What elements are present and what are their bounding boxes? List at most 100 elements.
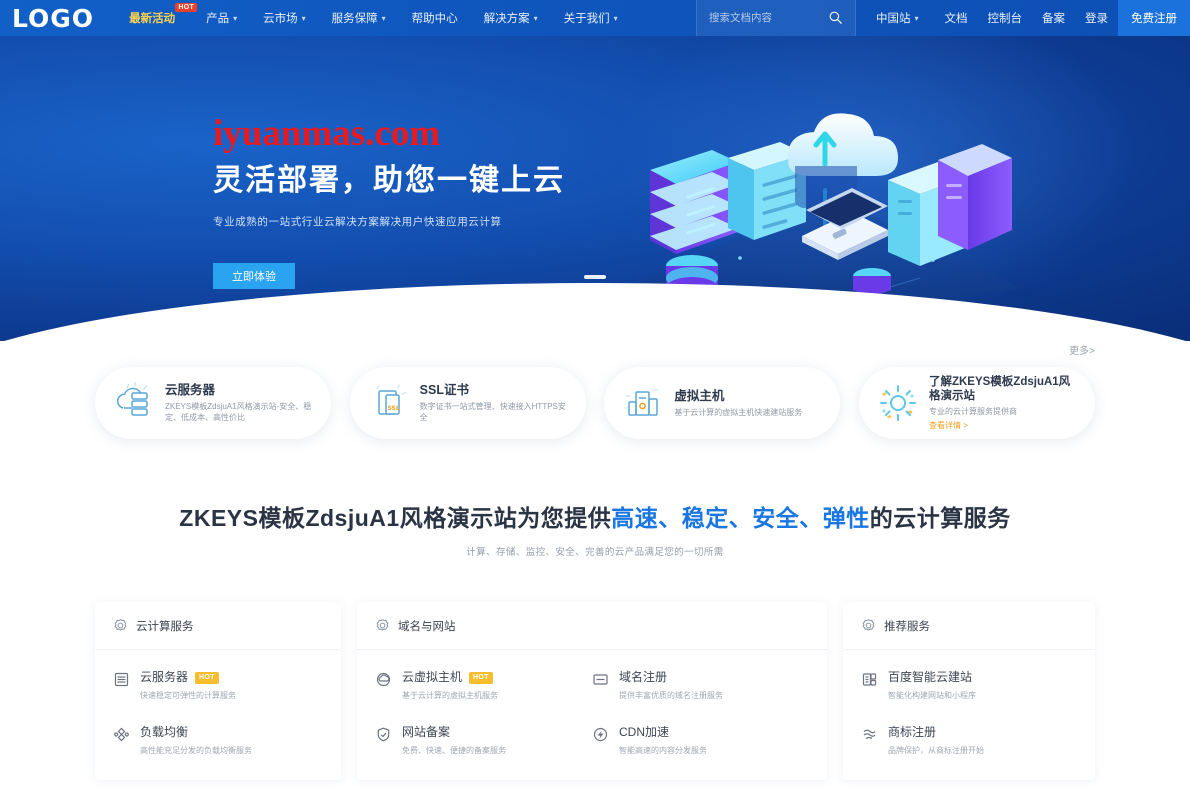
hero-subtitle: 专业成熟的一站式行业云解决方案解决用户快速应用云计算: [213, 216, 502, 228]
service-item-text: 网站备案 免费、快速、便捷的备案服务: [402, 725, 506, 756]
chevron-down-icon: ▾: [914, 13, 919, 23]
load-balance-icon: [113, 726, 130, 743]
service-item[interactable]: 云服务器 HOT 快速稳定可弹性的计算服务: [113, 670, 323, 701]
nav-item-label: 最新活动: [129, 13, 176, 25]
top-navigation-bar: LOGO 最新活动HOT产品▾云市场▾服务保障▾帮助中心解决方案▾关于我们▾ 中…: [0, 0, 1190, 36]
section-title: ZKEYS模板ZdsjuA1风格演示站为您提供高速、稳定、安全、弹性的云计算服务: [0, 499, 1190, 533]
feature-card-text: SSL证书 数字证书一站式管理、快速接入HTTPS安全: [420, 383, 572, 423]
nav-item-label: 产品: [206, 13, 230, 25]
region-selector[interactable]: 中国站 ▾: [856, 0, 935, 36]
nav-item-label: 关于我们: [563, 13, 610, 25]
feature-card-title: 虚拟主机: [674, 388, 725, 403]
service-column-0: 云计算服务 云服务器 HOT 快速稳定可弹性的计算服务 负载均衡高性能充足分发的负载…: [95, 602, 341, 780]
service-item-desc: 智能化构建网站和小程序: [888, 691, 976, 700]
service-item-desc: 高性能充足分发的负载均衡服务: [140, 746, 252, 755]
service-item[interactable]: 域名注册 提供丰富优质的域名注册服务: [592, 670, 809, 701]
section-title-highlight: 高速、稳定、安全、弹性: [611, 505, 870, 531]
service-item-title: 百度智能云建站: [888, 670, 973, 684]
feature-card[interactable]: 虚拟主机 基于云计算的虚拟主机快速建站服务: [604, 367, 841, 439]
service-item-list: 云服务器 HOT 快速稳定可弹性的计算服务 负载均衡高性能充足分发的负载均衡服务: [95, 650, 341, 780]
section-subtitle: 计算、存储、监控、安全、完善的云产品满足您的一切所需: [466, 547, 724, 558]
nav-utility-links: 文档 控制台 备案 登录: [935, 0, 1119, 36]
search-box[interactable]: [695, 0, 856, 36]
service-item-text: 域名注册 提供丰富优质的域名注册服务: [619, 670, 723, 701]
service-item-desc: 快速稳定可弹性的计算服务: [140, 691, 236, 700]
service-item[interactable]: 网站备案 免费、快速、便捷的备案服务: [375, 725, 592, 756]
site-logo[interactable]: LOGO: [12, 6, 94, 31]
nav-item-1[interactable]: 产品 ▾: [193, 0, 250, 36]
chevron-down-icon: ▾: [533, 13, 538, 23]
service-column-header: 云计算服务: [95, 602, 341, 650]
service-item-desc: 基于云计算的虚拟主机服务: [402, 691, 498, 700]
service-item-title: CDN加速: [619, 725, 669, 739]
service-item-desc: 智能高速的内容分发服务: [619, 746, 707, 755]
section-heading-block: ZKEYS模板ZdsjuA1风格演示站为您提供高速、稳定、安全、弹性的云计算服务…: [0, 499, 1190, 558]
service-columns: 云计算服务 云服务器 HOT 快速稳定可弹性的计算服务 负载均衡 高性能充足分发的负载…: [0, 602, 1190, 780]
page-root: LOGO 最新活动HOT产品▾云市场▾服务保障▾帮助中心解决方案▾关于我们▾ 中…: [0, 0, 1190, 787]
nav-link-0[interactable]: 文档: [935, 0, 978, 36]
feature-card-text: 了解ZKEYS模板ZdsjuA1风格演示站 专业的云计算服务提供商 查看详情 >: [929, 375, 1081, 431]
gear-icon: [113, 618, 128, 633]
trademark-icon: [861, 726, 878, 743]
service-item[interactable]: CDN加速智能高速的内容分发服务: [592, 725, 809, 756]
feature-card[interactable]: 了解ZKEYS模板ZdsjuA1风格演示站 专业的云计算服务提供商 查看详情 >: [858, 367, 1095, 439]
service-item-title-row: 百度智能云建站: [888, 670, 976, 685]
nav-item-label: 帮助中心: [411, 13, 458, 25]
nav-link-3[interactable]: 登录: [1075, 0, 1118, 36]
server-rack-icon: [113, 671, 130, 688]
service-item-desc: 品牌保护，从商标注册开始: [888, 746, 984, 755]
hero-cta-button[interactable]: 立即体验: [213, 263, 295, 289]
service-item-title-row: 负载均衡: [140, 725, 252, 740]
service-item[interactable]: 商标注册品牌保护，从商标注册开始: [861, 725, 1077, 756]
feature-card-more-link[interactable]: 查看详情 >: [929, 420, 1081, 431]
service-item-title-row: CDN加速: [619, 725, 707, 740]
chevron-down-icon: ▾: [233, 13, 238, 23]
nav-link-1[interactable]: 控制台: [978, 0, 1033, 36]
more-link[interactable]: 更多>: [1069, 342, 1095, 357]
feature-card[interactable]: SSL SSL证书 数字证书一站式管理、快速接入HTTPS安全: [349, 367, 586, 439]
nav-item-6[interactable]: 关于我们 ▾: [551, 0, 631, 36]
service-item[interactable]: 百度智能云建站智能化构建网站和小程序: [861, 670, 1077, 701]
service-item-title: 负载均衡: [140, 725, 189, 739]
nav-item-4[interactable]: 帮助中心: [399, 0, 471, 36]
nav-item-3[interactable]: 服务保障 ▾: [319, 0, 399, 36]
service-column-title: 云计算服务: [136, 620, 194, 633]
nav-item-2[interactable]: 云市场 ▾: [250, 0, 319, 36]
free-register-button[interactable]: 免费注册: [1118, 0, 1190, 36]
domain-register-icon: [592, 671, 609, 688]
nav-item-5[interactable]: 解决方案 ▾: [471, 0, 551, 36]
gear-icon: [861, 618, 876, 633]
service-item-title: 云服务器: [140, 670, 189, 684]
svg-text:SSL: SSL: [387, 405, 399, 412]
site-watermark: iyuanmas.com: [213, 113, 441, 154]
nav-item-0[interactable]: 最新活动 HOT: [116, 0, 198, 36]
service-column-title: 推荐服务: [884, 620, 930, 633]
search-input[interactable]: [696, 1, 817, 35]
nav-item-label: 解决方案: [483, 13, 530, 25]
service-item[interactable]: 负载均衡高性能充足分发的负载均衡服务: [113, 725, 323, 756]
hot-badge: HOT: [469, 671, 493, 684]
nav-item-label: 云市场: [263, 13, 298, 25]
hero-banner: iyuanmas.com 灵活部署，助您一键上云 专业成熟的一站式行业云解决方案…: [0, 36, 1190, 341]
ssl-certificate-icon: SSL: [366, 380, 412, 426]
feature-card-desc: 数字证书一站式管理、快速接入HTTPS安全: [419, 402, 566, 422]
section-title-suffix: 的云计算服务: [869, 505, 1011, 531]
feature-card-desc: 专业的云计算服务提供商: [928, 407, 1017, 416]
virtual-host-icon: [620, 380, 666, 426]
nav-link-2[interactable]: 备案: [1032, 0, 1075, 36]
cdn-icon: [592, 726, 609, 743]
service-item-text: 负载均衡高性能充足分发的负载均衡服务: [140, 725, 252, 756]
service-item-desc: 免费、快速、便捷的备案服务: [402, 746, 506, 755]
feature-card-desc: ZKEYS模板ZdsjuA1风格演示站-安全、稳定、低成本、高性价比: [165, 402, 312, 422]
feature-card-row: 云服务器 ZKEYS模板ZdsjuA1风格演示站-安全、稳定、低成本、高性价比 S…: [0, 367, 1190, 439]
service-item[interactable]: 云虚拟主机 HOT 基于云计算的虚拟主机服务: [375, 670, 592, 701]
carousel-indicator[interactable]: [584, 275, 606, 279]
feature-card-text: 虚拟主机 基于云计算的虚拟主机快速建站服务: [674, 389, 826, 418]
main-menu: 最新活动 HOT 产品 ▾ 云市场 ▾ 服务保障 ▾ 帮助中心 解决方案 ▾ 关于我们 ▾: [116, 0, 631, 36]
feature-card[interactable]: 云服务器 ZKEYS模板ZdsjuA1风格演示站-安全、稳定、低成本、高性价比: [95, 367, 331, 439]
region-label: 中国站: [875, 13, 911, 25]
search-icon[interactable]: [828, 10, 843, 25]
chevron-down-icon: ▾: [301, 13, 306, 23]
service-item-title-row: 商标注册: [888, 725, 984, 740]
service-item-text: 商标注册品牌保护，从商标注册开始: [888, 725, 984, 756]
